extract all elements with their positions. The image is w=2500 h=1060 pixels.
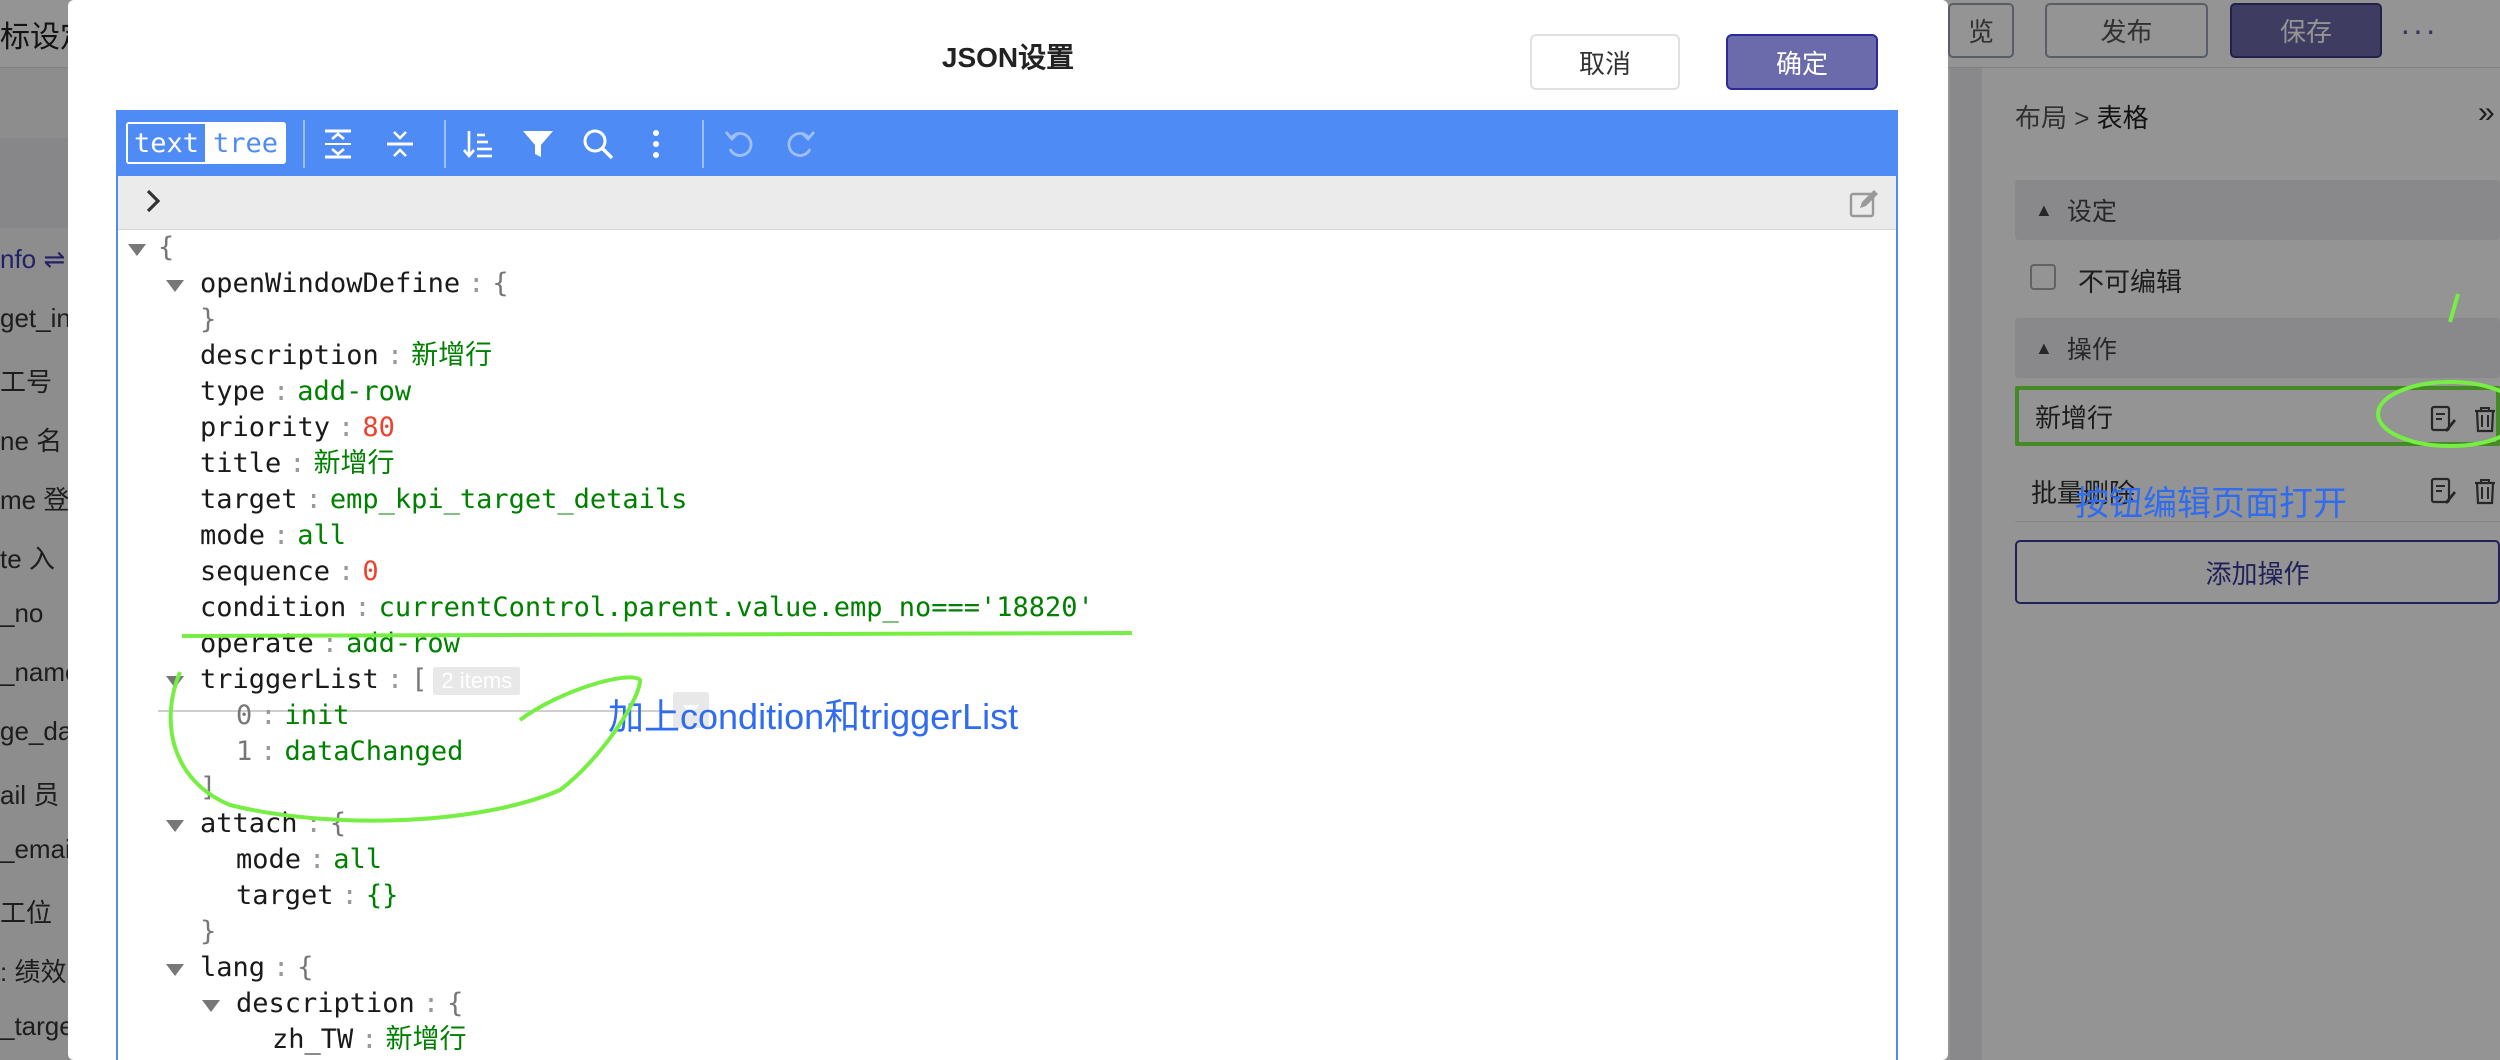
- json-editor: text tree {openWindowDefine: {} descr…: [116, 110, 1898, 1060]
- tree-node-description[interactable]: description:{: [236, 986, 463, 1022]
- collapse-toggle[interactable]: [166, 964, 184, 976]
- mode-text-option[interactable]: text: [128, 124, 208, 162]
- tree-node-field[interactable]: zh_TW: 新增行: [272, 1022, 467, 1058]
- toolbar-divider: [303, 120, 305, 168]
- annotation-note-right: 按钮编辑页面打开: [2075, 485, 2347, 523]
- filter-icon[interactable]: [518, 124, 558, 164]
- redo-icon[interactable]: [780, 124, 820, 164]
- tree-node-openWindowDefine[interactable]: openWindowDefine:{: [200, 266, 509, 302]
- tree-node-sequence[interactable]: sequence:0: [200, 554, 379, 590]
- tree-node-condition[interactable]: condition: currentControl.parent.value.em…: [200, 590, 1094, 626]
- tree-node-title[interactable]: title: 新增行: [200, 446, 395, 482]
- tree-node-root: {: [158, 232, 175, 263]
- toolbar-divider: [702, 120, 704, 168]
- collapse-toggle[interactable]: [166, 676, 184, 688]
- more-options-icon[interactable]: [636, 124, 676, 164]
- collapse-toggle[interactable]: [128, 244, 146, 256]
- tree-node-array-item[interactable]: 1: dataChanged: [236, 734, 463, 770]
- cancel-button[interactable]: 取消: [1530, 34, 1680, 90]
- tree-node-close: ]: [200, 772, 217, 803]
- tree-node-type[interactable]: type: add-row: [200, 374, 411, 410]
- chevron-right-icon[interactable]: [138, 186, 168, 216]
- expand-all-icon[interactable]: [318, 124, 358, 164]
- annotation-note: 加上condition和triggerList: [608, 696, 1019, 737]
- undo-icon[interactable]: [720, 124, 760, 164]
- toolbar-divider: [444, 120, 446, 168]
- tree-node-field[interactable]: target:{}: [236, 878, 398, 914]
- collapse-toggle[interactable]: [166, 820, 184, 832]
- tree-node-priority[interactable]: priority:80: [200, 410, 395, 446]
- tree-node-attach[interactable]: attach:{: [200, 806, 346, 842]
- editor-navigation-bar: [118, 176, 1896, 230]
- tree-node-mode[interactable]: mode: all: [200, 518, 346, 554]
- search-icon[interactable]: [578, 124, 618, 164]
- json-settings-dialog: JSON设置 取消 确定 text tree {openWindowDefin…: [68, 0, 1948, 1060]
- mode-switch[interactable]: text tree: [126, 122, 287, 164]
- tree-node-operate[interactable]: operate: add-row: [200, 626, 460, 662]
- tree-node-triggerList[interactable]: triggerList:[2 items: [200, 662, 521, 698]
- collapse-toggle[interactable]: [202, 1000, 220, 1012]
- collapse-all-icon[interactable]: [380, 124, 420, 164]
- tree-node-lang[interactable]: lang:{: [200, 950, 314, 986]
- editor-toolbar: text tree: [118, 112, 1896, 176]
- confirm-button[interactable]: 确定: [1726, 34, 1878, 90]
- item-count-badge: 2 items: [433, 666, 521, 695]
- tree-node-field[interactable]: mode: all: [236, 842, 382, 878]
- collapse-toggle[interactable]: [166, 280, 184, 292]
- sort-icon[interactable]: [458, 124, 498, 164]
- json-tree: { openWindowDefine:{ } description: 新增行 ty…: [118, 230, 1896, 1060]
- tree-node-close: }: [200, 304, 217, 335]
- edit-path-icon[interactable]: [1848, 188, 1880, 220]
- tree-node-target[interactable]: target: emp_kpi_target_details: [200, 482, 687, 518]
- mode-tree-option[interactable]: tree: [207, 124, 285, 162]
- tree-node-array-item[interactable]: 0: init: [236, 698, 350, 734]
- tree-node-description[interactable]: description: 新增行: [200, 338, 492, 374]
- tree-node-close: }: [200, 916, 217, 947]
